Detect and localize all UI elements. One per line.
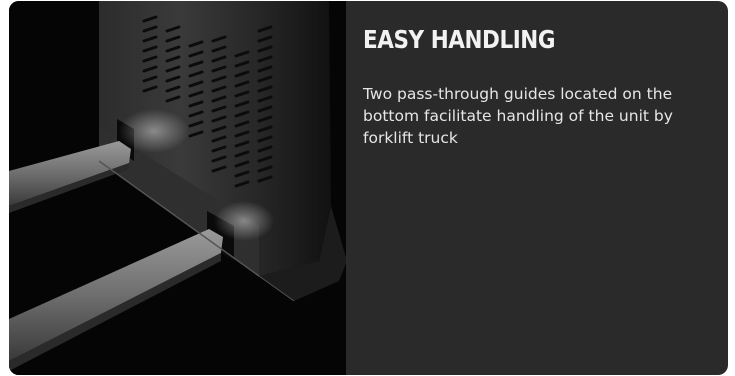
feature-description: Two pass-through guides located on the b… <box>363 85 673 147</box>
feature-card: EASY HANDLING Two pass-through guides lo… <box>9 1 728 375</box>
feature-title: EASY HANDLING <box>363 25 556 54</box>
feature-image <box>9 1 346 375</box>
feature-content: EASY HANDLING Two pass-through guides lo… <box>346 1 728 375</box>
